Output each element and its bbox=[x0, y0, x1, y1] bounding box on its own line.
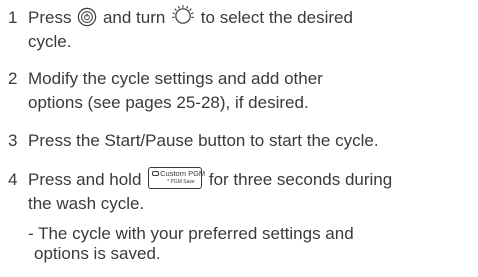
step-text-line1: Press the Start/Pause button to start th… bbox=[28, 131, 379, 150]
cycle-dial-icon bbox=[171, 4, 195, 28]
step-number: 2 bbox=[8, 69, 18, 88]
step-number: 1 bbox=[8, 8, 18, 27]
indicator-light-icon bbox=[152, 171, 160, 177]
power-button-icon bbox=[77, 7, 97, 27]
step-text-line2: options (see pages 25-28), if desired. bbox=[28, 93, 309, 112]
step-text-line2: cycle. bbox=[28, 32, 72, 51]
step-text-part: for three seconds during bbox=[208, 170, 393, 189]
step-text-part: and turn bbox=[102, 8, 166, 27]
step-text-part: Press bbox=[28, 8, 72, 27]
step-note-line2: options is saved. bbox=[34, 244, 161, 263]
step-text-line2: the wash cycle. bbox=[28, 194, 145, 213]
pgm-save-label: * PGM Save bbox=[167, 179, 195, 186]
step-text-part: Press and hold bbox=[28, 170, 142, 189]
step-text-line1: Modify the cycle settings and add other bbox=[28, 69, 323, 88]
custom-pgm-button-icon: Custom PGM * PGM Save bbox=[148, 167, 206, 190]
step-text: Press and hold Custom PGM * PGM Save for… bbox=[28, 167, 476, 192]
step-number: 3 bbox=[8, 131, 18, 150]
step-number: 4 bbox=[8, 170, 18, 189]
custom-pgm-label: Custom PGM bbox=[160, 169, 206, 179]
step-text-part: to select the desired bbox=[200, 8, 353, 27]
step-note-line1: - The cycle with your preferred settings… bbox=[28, 224, 354, 243]
step-text: Press and turn to select the desired bbox=[28, 4, 476, 30]
